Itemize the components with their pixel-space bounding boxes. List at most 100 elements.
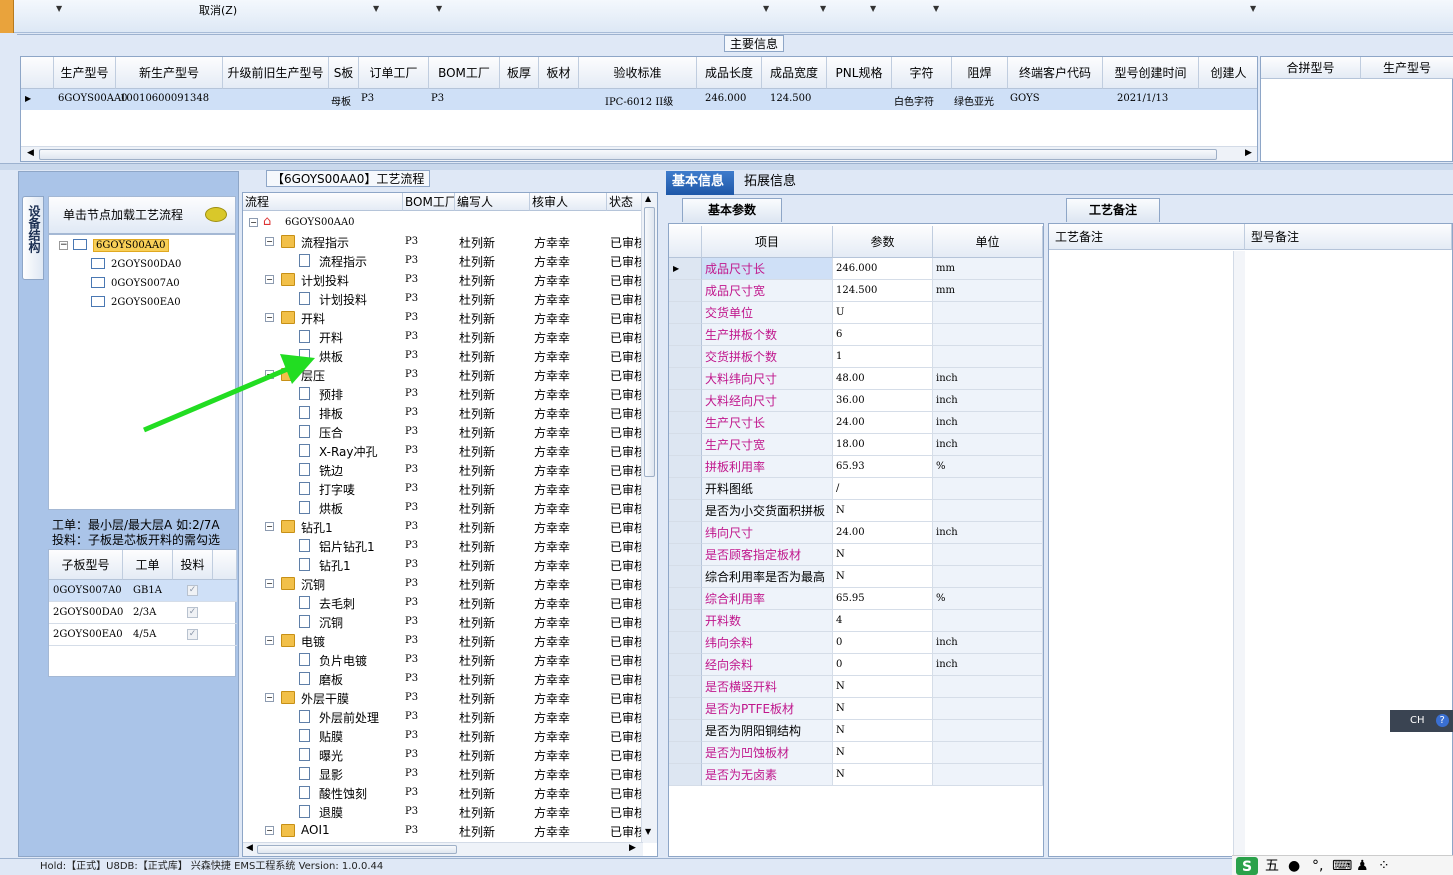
param-value-cell[interactable]: 24.00	[833, 522, 933, 544]
scroll-thumb[interactable]	[257, 845, 457, 854]
table-cell[interactable]: P3	[361, 93, 374, 104]
param-row[interactable]: 是否为无卤素 N	[669, 764, 1043, 786]
param-row[interactable]: 是否为PTFE板材 N	[669, 698, 1043, 720]
row-header[interactable]	[669, 478, 702, 500]
dropdown-arrow-icon[interactable]: ▼	[56, 4, 62, 13]
param-value-cell[interactable]: 4	[833, 610, 933, 632]
column-header[interactable]: 创建人	[1199, 57, 1257, 89]
flow-row[interactable]: − 外层干膜 P3 杜列新 方幸幸 已审核	[243, 688, 643, 707]
load-flow-title[interactable]: 单击节点加载工艺流程	[48, 196, 236, 234]
row-header[interactable]	[669, 500, 702, 522]
column-header[interactable]: 终端客户代码	[1008, 57, 1103, 89]
param-value-cell[interactable]: 65.93	[833, 456, 933, 478]
table-cell[interactable]: 白色字符	[894, 93, 934, 108]
row-header[interactable]	[669, 522, 702, 544]
param-row[interactable]: 大料纬向尺寸 48.00 inch	[669, 368, 1043, 390]
row-header[interactable]	[669, 720, 702, 742]
dropdown-arrow-icon[interactable]: ▼	[373, 4, 379, 13]
column-header[interactable]: 型号创建时间	[1103, 57, 1199, 89]
flow-row[interactable]: 负片电镀 P3 杜列新 方幸幸 已审核	[243, 650, 643, 669]
row-header[interactable]	[669, 632, 702, 654]
param-row[interactable]: 纬向尺寸 24.00 inch	[669, 522, 1043, 544]
param-value-cell[interactable]: 246.000	[833, 258, 933, 280]
param-value-cell[interactable]: N	[833, 544, 933, 566]
row-header[interactable]	[669, 654, 702, 676]
flow-row[interactable]: 酸性蚀刻 P3 杜列新 方幸幸 已审核	[243, 783, 643, 802]
param-value-cell[interactable]: /	[833, 478, 933, 500]
param-row[interactable]: 是否顾客指定板材 N	[669, 544, 1043, 566]
flow-row[interactable]: − 计划投料 P3 杜列新 方幸幸 已审核	[243, 270, 643, 289]
help-icon[interactable]: ?	[1435, 714, 1449, 727]
param-value-cell[interactable]: 0	[833, 632, 933, 654]
collapse-icon[interactable]: −	[265, 275, 274, 284]
row-header[interactable]: ▶	[669, 258, 702, 280]
basic-params-grid[interactable]: 项目 参数 单位 ▶ 成品尺寸长 246.000 mm 成品尺寸宽 124.500 mm 交货…	[668, 223, 1044, 857]
tree-node[interactable]: 2GOYS00EA0	[91, 296, 181, 308]
table-cell[interactable]: 124.500	[770, 93, 811, 104]
param-row[interactable]: 生产拼板个数 6	[669, 324, 1043, 346]
vertical-scrollbar[interactable]: ▲ ▼	[641, 193, 657, 843]
notes-scrollbar[interactable]	[1233, 251, 1245, 856]
table-cell[interactable]: P3	[431, 93, 444, 104]
column-header[interactable]: 字符	[892, 57, 952, 89]
feed-checkbox[interactable]: ✓	[187, 585, 198, 596]
column-header[interactable]: PNL规格	[827, 57, 892, 89]
tab-extended-info[interactable]: 拓展信息	[738, 171, 802, 195]
param-row[interactable]: 大料经向尺寸 36.00 inch	[669, 390, 1043, 412]
apps-icon[interactable]: ⁘	[1378, 856, 1390, 875]
flow-row[interactable]: − 流程指示 P3 杜列新 方幸幸 已审核	[243, 232, 643, 251]
punct-icon[interactable]: °,	[1312, 856, 1323, 875]
param-row[interactable]: 拼板利用率 65.93%	[669, 456, 1043, 478]
table-cell[interactable]: 绿色亚光	[954, 93, 994, 108]
collapse-icon[interactable]: −	[265, 522, 274, 531]
row-header[interactable]	[669, 346, 702, 368]
cancel-button[interactable]: 取消(Z)	[199, 2, 237, 18]
param-row[interactable]: 是否为阴阳铜结构 N	[669, 720, 1043, 742]
column-header[interactable]: 订单工厂	[359, 57, 429, 89]
scroll-thumb[interactable]	[644, 207, 655, 477]
dropdown-arrow-icon[interactable]: ▼	[820, 4, 826, 13]
row-header[interactable]	[669, 390, 702, 412]
flow-row[interactable]: X-Ray冲孔 P3 杜列新 方幸幸 已审核	[243, 441, 643, 460]
feed-checkbox[interactable]: ✓	[187, 607, 198, 618]
vertical-tab-structure[interactable]: 设备结构	[22, 196, 44, 280]
sub-model-header[interactable]: 子板型号	[49, 550, 123, 580]
flow-row[interactable]: 显影 P3 杜列新 方幸幸 已审核	[243, 764, 643, 783]
param-row[interactable]: 生产尺寸长 24.00 inch	[669, 412, 1043, 434]
table-cell[interactable]: IPC-6012 II级	[605, 93, 673, 108]
param-value-cell[interactable]: N	[833, 698, 933, 720]
table-row[interactable]: 0GOYS007A0 GB1A ✓	[49, 580, 237, 602]
horizontal-scrollbar[interactable]: ◀ ▶	[21, 146, 1257, 161]
ime-mode[interactable]: 五	[1265, 856, 1279, 875]
column-header[interactable]: 板材	[539, 57, 579, 89]
param-value-cell[interactable]: 18.00	[833, 434, 933, 456]
flow-row[interactable]: 铝片钻孔1 P3 杜列新 方幸幸 已审核	[243, 536, 643, 555]
flow-row[interactable]: 沉铜 P3 杜列新 方幸幸 已审核	[243, 612, 643, 631]
tree-node[interactable]: 2GOYS00DA0	[91, 258, 181, 270]
column-header[interactable]: 新生产型号	[116, 57, 223, 89]
row-header[interactable]	[669, 368, 702, 390]
param-row[interactable]: 成品尺寸宽 124.500 mm	[669, 280, 1043, 302]
column-header[interactable]: 成品长度	[697, 57, 762, 89]
row-header[interactable]	[669, 302, 702, 324]
value-header[interactable]: 参数	[833, 226, 933, 258]
param-row[interactable]: 开料图纸 /	[669, 478, 1043, 500]
table-cell[interactable]: 母板	[331, 93, 351, 108]
process-notes-header[interactable]: 工艺备注	[1049, 224, 1245, 250]
tab-basic-info[interactable]: 基本信息	[666, 171, 734, 195]
ime-indicator[interactable]: CH ?	[1390, 710, 1453, 732]
collapse-icon[interactable]: −	[265, 693, 274, 702]
item-header[interactable]: 项目	[702, 226, 833, 258]
tab-process-notes[interactable]: 工艺备注	[1066, 198, 1160, 222]
param-row[interactable]: 是否横竖开料 N	[669, 676, 1043, 698]
scroll-right-icon[interactable]: ▶	[629, 843, 636, 853]
param-value-cell[interactable]: N	[833, 720, 933, 742]
flow-row[interactable]: 贴膜 P3 杜列新 方幸幸 已审核	[243, 726, 643, 745]
param-value-cell[interactable]: U	[833, 302, 933, 324]
row-header[interactable]	[669, 698, 702, 720]
collapse-icon[interactable]: −	[265, 313, 274, 322]
column-header[interactable]: S板	[329, 57, 359, 89]
param-value-cell[interactable]: 24.00	[833, 412, 933, 434]
flow-row[interactable]: 退膜 P3 杜列新 方幸幸 已审核	[243, 802, 643, 821]
param-value-cell[interactable]: 6	[833, 324, 933, 346]
